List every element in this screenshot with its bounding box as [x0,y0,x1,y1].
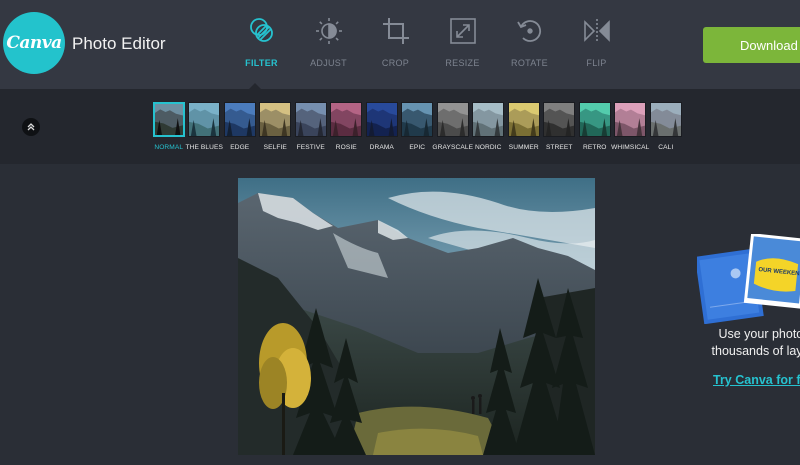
filter-label: FESTIVE [296,144,325,151]
tool-filter[interactable]: FILTER [228,14,295,74]
filter-label: NORDIC [474,144,502,151]
filter-street[interactable]: STREET [542,102,578,151]
collapse-filters-button[interactable] [22,118,40,136]
tool-label: CROP [381,58,410,68]
filter-icon [245,14,279,48]
filter-label: EDGE [230,144,250,151]
filter-label: SELFIE [263,144,287,151]
tool-label: FLIP [586,58,607,68]
filter-label: NORMAL [154,144,184,151]
adjust-icon [312,14,346,48]
logo-text: Canva [6,33,62,53]
filter-thumbnail [365,102,398,137]
filter-nordic[interactable]: NORDIC [471,102,507,151]
filter-thumbnail [649,102,682,137]
filter-thumbnail [507,102,540,137]
filter-drama[interactable]: DRAMA [364,102,400,151]
filter-thumbnail [152,102,185,137]
filter-thumbnail [330,102,363,137]
filter-label: ROSIE [335,144,357,151]
filter-thumbnail [436,102,469,137]
mountain-photo [238,178,595,455]
tool-resize[interactable]: RESIZE [429,14,496,74]
filter-thumbnail [401,102,434,137]
filter-thumbnail [614,102,647,137]
filter-the-blues[interactable]: THE BLUES [185,102,224,151]
filter-thumbnail [223,102,256,137]
tool-rotate[interactable]: ROTATE [496,14,563,74]
rotate-icon [513,14,547,48]
promo-line-1: Use your photos [718,327,800,341]
filter-label: THE BLUES [185,144,224,151]
filter-normal[interactable]: NORMAL [151,102,187,151]
tool-adjust[interactable]: ADJUST [295,14,362,74]
download-button[interactable]: Download [703,27,800,63]
filter-label: CALI [658,144,674,151]
filter-edge[interactable]: EDGE [222,102,258,151]
promo-cards-image: OUR WEEKEND [694,233,800,325]
photo-canvas[interactable] [238,178,595,455]
filter-label: STREET [545,144,573,151]
tool-label: ROTATE [511,58,548,68]
filter-thumbnail [543,102,576,137]
filter-whimsical[interactable]: WHIMSICAL [611,102,650,151]
tool-label: ADJUST [310,58,347,68]
tool-crop[interactable]: CROP [362,14,429,74]
filter-thumbnail [259,102,292,137]
promo-line-2: thousands of layou [711,344,800,358]
tool-label: RESIZE [445,58,480,68]
filter-label: RETRO [582,144,607,151]
filter-thumbnail [294,102,327,137]
tool-flip[interactable]: FLIP [563,14,630,74]
flip-icon [580,14,614,48]
filter-label: SUMMER [508,144,539,151]
filter-label: EPIC [409,144,426,151]
filter-festive[interactable]: FESTIVE [293,102,329,151]
filter-summer[interactable]: SUMMER [506,102,542,151]
filter-thumbnail [188,102,221,137]
filter-epic[interactable]: EPIC [400,102,436,151]
tool-bar: FILTER ADJUST CROP RESIZE ROTATE FLIP [228,14,630,74]
app-title: Photo Editor [72,34,166,53]
filter-selfie[interactable]: SELFIE [258,102,294,151]
tool-label: FILTER [245,58,278,68]
filter-retro[interactable]: RETRO [577,102,613,151]
filter-list: NORMAL THE BLUES EDGE SELFIE FESTIVE ROS… [151,102,684,151]
filter-label: WHIMSICAL [611,144,650,151]
filter-label: DRAMA [369,144,394,151]
promo-text: Use your photos thousands of layou [709,326,800,360]
resize-icon [446,14,480,48]
filter-grayscale[interactable]: GRAYSCALE [432,102,474,151]
filter-thumbnail [472,102,505,137]
canva-logo[interactable]: Canva [3,12,65,74]
filter-cali[interactable]: CALI [648,102,684,151]
filter-rosie[interactable]: ROSIE [329,102,365,151]
chevron-double-up-icon [27,123,35,131]
crop-icon [379,14,413,48]
filter-thumbnail [578,102,611,137]
try-canva-link[interactable]: Try Canva for fre [713,373,800,387]
filter-label: GRAYSCALE [432,144,474,151]
